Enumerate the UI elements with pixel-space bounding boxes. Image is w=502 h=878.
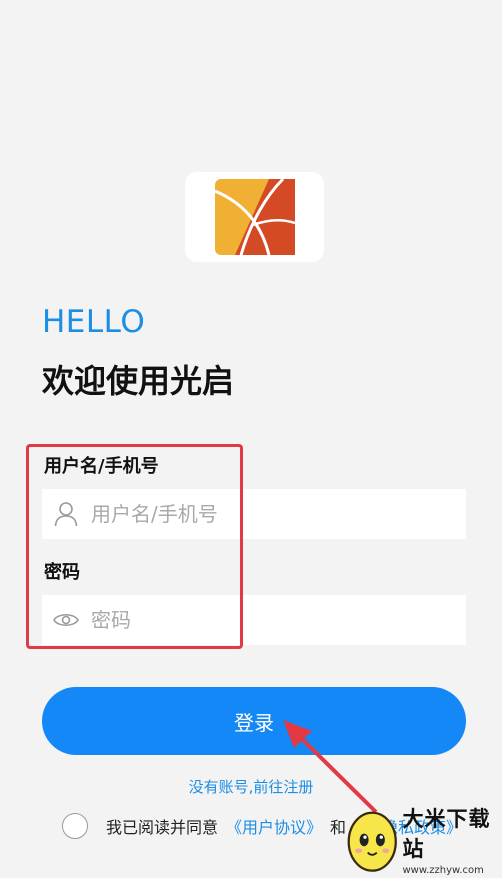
password-field-container [42, 595, 466, 645]
greeting-text: HELLO [42, 304, 146, 340]
username-field-container [42, 489, 466, 539]
watermark-name: 大米下载站 [402, 806, 491, 861]
password-label: 密码 [44, 562, 80, 583]
agreement-checkbox[interactable] [62, 813, 88, 839]
password-input[interactable] [89, 607, 466, 633]
username-input[interactable] [89, 501, 466, 527]
watermark: 大米下载站 www.zzhyw.com [346, 800, 502, 878]
watermark-url: www.zzhyw.com [402, 864, 484, 876]
register-link[interactable]: 没有账号,前往注册 [0, 776, 502, 797]
app-logo-icon [213, 177, 295, 256]
welcome-title: 欢迎使用光启 [42, 362, 235, 400]
agreement-prefix: 我已阅读并同意 [106, 818, 219, 837]
username-label: 用户名/手机号 [44, 456, 159, 477]
app-logo-card [185, 172, 324, 262]
agreement-conjunction: 和 [330, 818, 347, 837]
mascot-icon [347, 811, 397, 872]
user-agreement-link[interactable]: 《用户协议》 [226, 814, 322, 838]
eye-icon[interactable] [53, 607, 79, 633]
user-icon [53, 501, 79, 527]
login-button[interactable]: 登录 [42, 687, 466, 755]
